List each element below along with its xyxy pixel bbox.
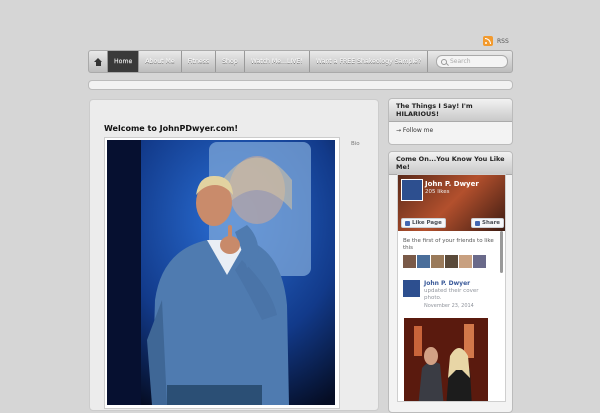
facebook-like-page-button[interactable]: Like Page bbox=[401, 218, 446, 228]
search-icon bbox=[441, 58, 447, 65]
facebook-profile-picture[interactable] bbox=[401, 179, 423, 201]
share-icon bbox=[475, 220, 480, 226]
rss-label: RSS bbox=[497, 37, 509, 45]
home-icon bbox=[93, 57, 103, 66]
post-date[interactable]: November 23, 2014 bbox=[424, 303, 474, 309]
nav-item-free-shakeology-sample[interactable]: Want a FREE Shakeology Sample? bbox=[310, 51, 429, 72]
featured-photo bbox=[107, 140, 335, 405]
post-cover-photo[interactable] bbox=[404, 318, 488, 401]
nav-item-home[interactable]: Home bbox=[108, 51, 140, 72]
post-author-avatar[interactable] bbox=[403, 280, 420, 297]
widget-title-things-i-say: The Things I Say! I'm HILARIOUS! bbox=[389, 99, 512, 122]
like-page-label: Like Page bbox=[412, 220, 442, 226]
friend-avatar[interactable] bbox=[431, 255, 444, 268]
facebook-page-name[interactable]: John P. Dwyer bbox=[425, 180, 479, 188]
home-icon-button[interactable] bbox=[89, 51, 108, 72]
widget-title-like-me: Come On...You Know You Like Me! bbox=[389, 152, 512, 175]
main-navigation: Home About Me Fitness Shop Watch Me...LI… bbox=[88, 50, 513, 73]
search-placeholder: Search bbox=[450, 58, 471, 65]
facebook-scrollbar[interactable] bbox=[500, 231, 503, 273]
friend-avatar[interactable] bbox=[473, 255, 486, 268]
search-input[interactable]: Search bbox=[436, 55, 508, 68]
twitter-widget: The Things I Say! I'm HILARIOUS! → Follo… bbox=[388, 98, 513, 145]
share-label: Share bbox=[482, 220, 501, 226]
nav-item-about-me[interactable]: About Me bbox=[139, 51, 182, 72]
rss-icon bbox=[483, 36, 493, 46]
nav-item-watch-me-live[interactable]: Watch Me...LIVE! bbox=[245, 51, 310, 72]
friend-avatar[interactable] bbox=[417, 255, 430, 268]
friend-avatar[interactable] bbox=[445, 255, 458, 268]
page-title: Welcome to JohnPDwyer.com! bbox=[104, 124, 239, 133]
post-text: updated their cover photo. bbox=[424, 288, 479, 301]
facebook-page-plugin: John P. Dwyer 205 likes Like Page Share … bbox=[397, 174, 506, 402]
friend-avatar[interactable] bbox=[403, 255, 416, 268]
rss-link[interactable]: RSS bbox=[483, 36, 509, 46]
bio-label[interactable]: Bio bbox=[351, 141, 360, 147]
facebook-like-count: 205 likes bbox=[425, 189, 450, 195]
post-author-name[interactable]: John P. Dwyer bbox=[424, 280, 470, 287]
facebook-share-button[interactable]: Share bbox=[471, 218, 505, 228]
follow-me-link[interactable]: → Follow me bbox=[389, 122, 512, 139]
couple-photo-illustration bbox=[404, 318, 488, 401]
speaker-photo-illustration bbox=[107, 140, 335, 405]
nav-item-shop[interactable]: Shop bbox=[216, 51, 245, 72]
friend-avatars bbox=[403, 255, 486, 268]
nav-item-fitness[interactable]: Fitness bbox=[182, 51, 217, 72]
facebook-icon bbox=[405, 220, 410, 226]
friend-avatar[interactable] bbox=[459, 255, 472, 268]
sub-navigation-bar bbox=[88, 80, 513, 90]
friends-like-text: Be the first of your friends to like thi… bbox=[403, 238, 494, 251]
